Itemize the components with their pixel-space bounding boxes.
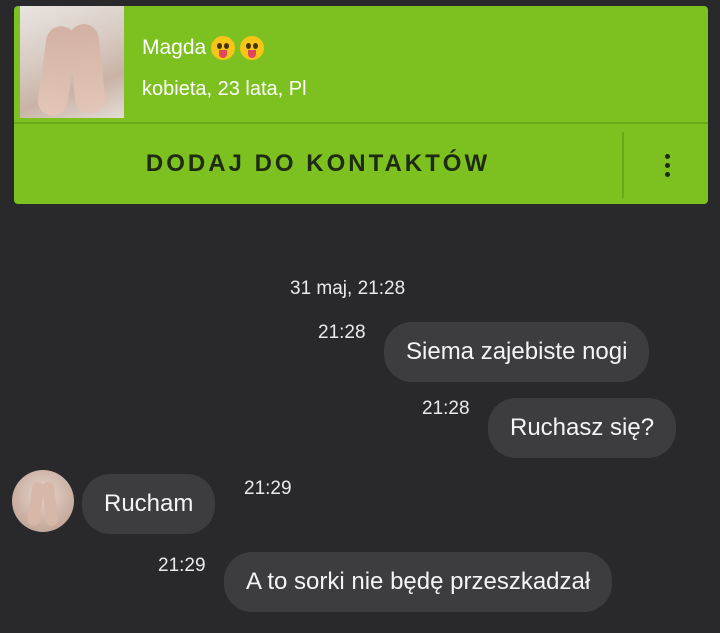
date-stamp: 31 maj, 21:28: [290, 278, 406, 299]
photo-leg-shape: [67, 22, 107, 116]
message-bubble-incoming[interactable]: Rucham: [82, 474, 216, 534]
more-options-button[interactable]: [632, 132, 702, 198]
message-bubble-outgoing[interactable]: A to sorki nie będę przeszkadzał: [224, 552, 613, 612]
avatar-leg-shape: [41, 481, 59, 527]
tongue-out-emoji-icon: [240, 36, 265, 60]
profile-name-row: Magda: [142, 36, 265, 60]
profile-name: Magda: [142, 36, 207, 59]
contact-avatar[interactable]: [12, 470, 74, 532]
message-time: 21:29: [244, 478, 292, 499]
message-time: 21:28: [422, 398, 470, 419]
message-time: 21:29: [158, 555, 206, 576]
tongue-out-emoji-icon: [211, 36, 236, 60]
message-time: 21:28: [318, 322, 366, 343]
profile-photo[interactable]: [20, 6, 124, 118]
message-bubble-outgoing[interactable]: Ruchasz się?: [488, 398, 677, 458]
profile-header: Magda kobieta, 23 lata, Pl DODAJ DO KONT…: [14, 6, 708, 204]
add-contact-button[interactable]: DODAJ DO KONTAKTÓW: [14, 124, 622, 204]
action-divider: [622, 132, 624, 198]
message-bubble-outgoing[interactable]: Siema zajebiste nogi: [384, 322, 650, 382]
profile-details: kobieta, 23 lata, Pl: [142, 78, 307, 100]
vertical-dots-icon: [664, 152, 670, 179]
chat-screen: Magda kobieta, 23 lata, Pl DODAJ DO KONT…: [0, 0, 720, 633]
